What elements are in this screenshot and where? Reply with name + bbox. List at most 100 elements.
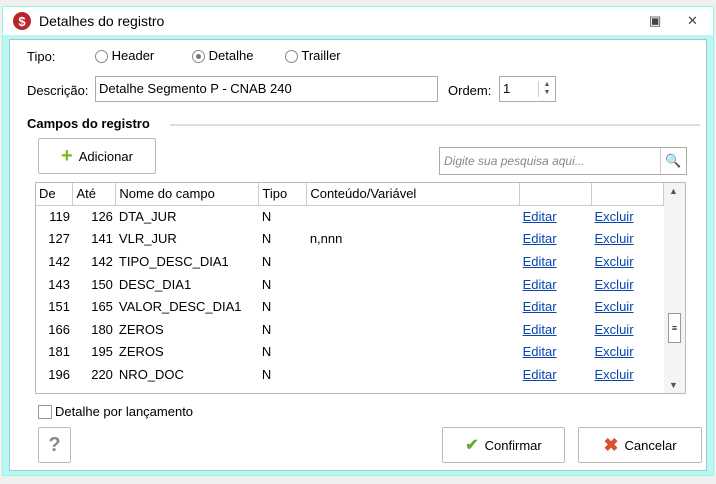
cell-de-cell: 119 [49, 209, 70, 225]
cell-de-cell: 127 [48, 231, 70, 247]
search-input[interactable]: Digite sua pesquisa aqui... 🔍 [439, 147, 687, 175]
cell-nome-cell: VLR_JUR [118, 231, 177, 247]
delete-link-cell: Excluir [592, 295, 664, 318]
delete-link[interactable]: Excluir [595, 344, 634, 359]
fields-table: De Até Nome do campo Tipo Conteúdo/Variá… [35, 182, 686, 394]
col-edit [519, 183, 593, 206]
cell-ate-cell: 141 [91, 231, 113, 247]
col-nome[interactable]: Nome do campo [115, 183, 260, 206]
cell-conteudo-cell: n,nnn [309, 231, 343, 247]
search-placeholder: Digite sua pesquisa aqui... [444, 154, 585, 168]
delete-link[interactable]: Excluir [595, 209, 634, 224]
cell-nome-cell: NRO_DOC [118, 366, 184, 382]
edit-link-cell: Editar [520, 341, 592, 364]
col-conteudo[interactable]: Conteúdo/Variável [306, 183, 521, 206]
cancel-button[interactable]: ✖ Cancelar [578, 427, 702, 463]
edit-link[interactable]: Editar [523, 209, 557, 224]
edit-link-cell: Editar [520, 228, 592, 251]
delete-link[interactable]: Excluir [595, 367, 634, 382]
plus-icon: + [61, 144, 73, 167]
table-row[interactable]: 181 195 ZEROS N Editar Excluir [36, 341, 664, 364]
edit-link[interactable]: Editar [523, 367, 557, 382]
delete-link[interactable]: Excluir [595, 277, 634, 292]
radio-icon [95, 50, 108, 64]
window-title: Detalhes do registro [39, 13, 165, 29]
delete-link-cell: Excluir [592, 318, 664, 341]
close-icon[interactable]: ✕ [687, 13, 698, 29]
descricao-input[interactable]: Detalhe Segmento P - CNAB 240 [95, 76, 438, 102]
edit-link-cell: Editar [520, 273, 592, 296]
app-logo-icon: $ [13, 12, 31, 30]
cell-tipo-cell: N [261, 253, 272, 269]
radio-selected-icon [192, 50, 205, 64]
cell-ate-cell: 180 [91, 321, 113, 337]
scroll-up-icon[interactable]: ▲ [669, 186, 678, 196]
cell-ate-cell: 142 [91, 253, 113, 269]
search-icon[interactable]: 🔍 [660, 148, 686, 174]
title-bar: $ Detalhes do registro ▣ ✕ [3, 7, 713, 35]
table-row[interactable]: 166 180 ZEROS N Editar Excluir [36, 318, 664, 341]
section-title: Campos do registro [27, 116, 150, 131]
col-tipo[interactable]: Tipo [258, 183, 308, 206]
radio-trailler[interactable]: Trailler [285, 48, 341, 64]
table-row[interactable]: 127 141 VLR_JUR Nn,nnn Editar Excluir [36, 228, 664, 251]
cell-de-cell: 196 [48, 366, 70, 382]
restore-icon[interactable]: ▣ [649, 13, 661, 29]
edit-link[interactable]: Editar [523, 254, 557, 269]
edit-link[interactable]: Editar [523, 299, 557, 314]
col-delete [591, 183, 664, 206]
add-label: Adicionar [78, 148, 133, 164]
table-row[interactable]: 142 142 TIPO_DESC_DIA1 N Editar Excluir [36, 250, 664, 273]
cell-tipo-cell: N [261, 276, 272, 292]
cell-nome-cell: ZEROS [118, 344, 164, 360]
spin-arrows-icon[interactable]: ▲ ▼ [538, 81, 555, 97]
scrollbar[interactable]: ▲ ≡ ▼ [664, 183, 685, 393]
delete-link-cell: Excluir [592, 250, 664, 273]
cell-de-cell: 166 [48, 321, 70, 337]
confirm-button[interactable]: ✔ Confirmar [442, 427, 565, 463]
delete-link-cell: Excluir [592, 341, 664, 364]
cell-conteudo-cell [307, 363, 520, 386]
edit-link[interactable]: Editar [523, 231, 557, 246]
help-button[interactable]: ? [38, 427, 71, 463]
ordem-stepper[interactable]: 1 ▲ ▼ [499, 76, 556, 102]
radio-detalhe[interactable]: Detalhe [192, 48, 254, 64]
cell-nome-cell: VALOR_DESC_DIA1 [118, 299, 242, 315]
cell-tipo-cell: N [261, 299, 272, 315]
delete-link-cell: Excluir [592, 273, 664, 296]
table-row[interactable]: 151 165 VALOR_DESC_DIA1 N Editar Excluir [36, 295, 664, 318]
delete-link[interactable]: Excluir [595, 254, 634, 269]
scroll-thumb[interactable]: ≡ [668, 313, 681, 343]
radio-header[interactable]: Header [95, 48, 154, 64]
edit-link[interactable]: Editar [523, 277, 557, 292]
cell-de-cell: 181 [48, 344, 70, 360]
scroll-down-icon[interactable]: ▼ [669, 380, 678, 390]
check-icon: ✔ [465, 437, 479, 454]
edit-link[interactable]: Editar [523, 344, 557, 359]
table-row[interactable]: 119 126 DTA_JUR N Editar Excluir [36, 205, 664, 228]
delete-link[interactable]: Excluir [595, 299, 634, 314]
radio-label: Detalhe [208, 48, 254, 63]
delete-link[interactable]: Excluir [595, 231, 634, 246]
cell-de-cell: 142 [48, 253, 70, 269]
table-row[interactable]: 196 220 NRO_DOC N Editar Excluir [36, 363, 664, 386]
col-de[interactable]: De [36, 183, 74, 206]
cell-ate-cell: 126 [91, 209, 113, 225]
cell-de-cell: 143 [48, 276, 70, 292]
cancel-label: Cancelar [624, 437, 677, 453]
cell-nome-cell: DESC_DIA1 [118, 276, 192, 292]
edit-link-cell: Editar [520, 205, 592, 228]
col-ate[interactable]: Até [72, 183, 117, 206]
cell-tipo-cell: N [261, 366, 272, 382]
table-row[interactable]: 143 150 DESC_DIA1 N Editar Excluir [36, 273, 664, 296]
checkbox-label: Detalhe por lançamento [55, 404, 194, 419]
delete-link-cell: Excluir [592, 205, 664, 228]
cell-tipo-cell: N [261, 344, 272, 360]
checkbox-icon [38, 404, 52, 419]
delete-link[interactable]: Excluir [595, 322, 634, 337]
edit-link-cell: Editar [520, 250, 592, 273]
edit-link[interactable]: Editar [523, 322, 557, 337]
cell-ate-cell: 220 [91, 366, 113, 382]
add-button[interactable]: + Adicionar [38, 138, 156, 174]
detalhe-lancamento-checkbox[interactable]: Detalhe por lançamento [38, 404, 193, 419]
